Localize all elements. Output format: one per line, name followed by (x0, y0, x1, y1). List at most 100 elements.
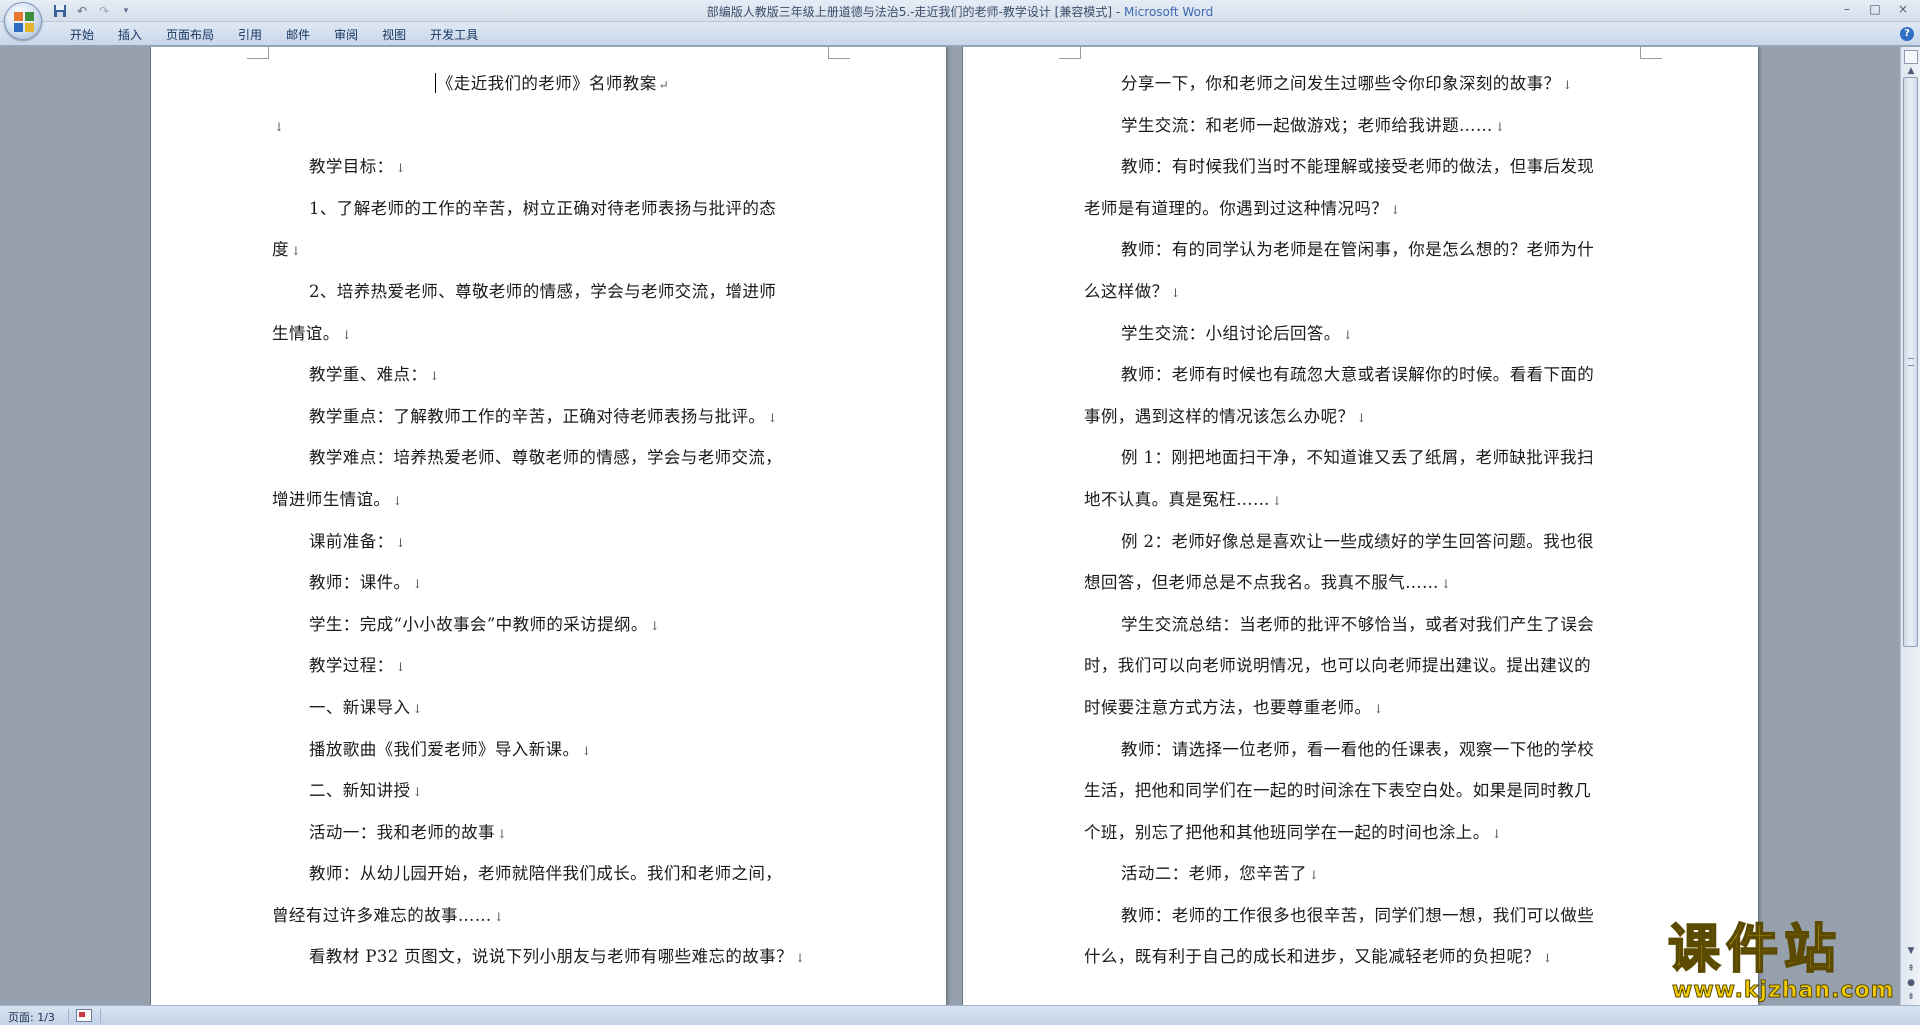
tab-references[interactable]: 引用 (226, 27, 274, 43)
document-title: 《走近我们的老师》名师教案 ↵ (272, 63, 832, 105)
scroll-grip-icon (1908, 358, 1914, 366)
paragraph-mark: ↓ (1440, 577, 1452, 592)
document-line-text: 教师：有时候我们当时不能理解或接受老师的做法，但事后发现 (1121, 157, 1595, 177)
document-line-text: 学生交流：和老师一起做游戏；老师给我讲题…… (1121, 115, 1493, 135)
paragraph-mark: ↓ (1390, 202, 1401, 217)
paragraph-mark: ↓ (429, 369, 440, 384)
paragraph-mark: ↓ (274, 119, 285, 134)
document-line: 1、了解老师的工作的辛苦，树立正确对待老师表扬与批评的态 (272, 188, 832, 230)
paragraph-mark: ↓ (395, 660, 406, 675)
status-bar: 页面: 1/3 (0, 1005, 1920, 1025)
paragraph-mark: ↓ (493, 909, 505, 924)
paragraph-mark: ↓ (496, 826, 508, 841)
tab-page-layout[interactable]: 页面布局 (154, 27, 226, 43)
document-line: 教师：老师有时候也有疏忽大意或者误解你的时候。看看下面的 (1084, 354, 1644, 396)
tab-mailings[interactable]: 邮件 (274, 27, 322, 43)
macro-record-icon[interactable] (76, 1009, 92, 1022)
document-line-text: 生情谊。 (272, 323, 340, 343)
document-line: 活动二：老师，您辛苦了 ↓ (1084, 853, 1644, 895)
page-1-text[interactable]: 《走近我们的老师》名师教案 ↵ ↓ 教学目标： ↓ 1、了解老师的工作的辛苦，树立正确对… (272, 63, 832, 978)
margin-corner-mark (828, 47, 850, 59)
help-icon[interactable]: ? (1900, 27, 1914, 41)
document-page-1[interactable]: 《走近我们的老师》名师教案 ↵ ↓ 教学目标： ↓ 1、了解老师的工作的辛苦，树立正确对… (151, 47, 946, 1005)
office-button[interactable] (4, 2, 42, 40)
tab-developer[interactable]: 开发工具 (418, 27, 490, 43)
title-bar: ↶ ↷ ▾ 部编版人教版三年级上册道德与法治5.-走近我们的老师-教学设计 [兼… (0, 0, 1920, 22)
page-2-text[interactable]: 分享一下，你和老师之间发生过哪些令你印象深刻的故事？ ↓ 学生交流：和老师一起做游戏… (1084, 63, 1644, 978)
document-line-text: 看教材 P32 页图文，说说下列小朋友与老师有哪些难忘的故事？ (309, 947, 793, 967)
paragraph-mark: ↓ (1491, 826, 1503, 841)
window-title-doc: 部编版人教版三年级上册道德与法治5.-走近我们的老师-教学设计 [兼容模式] - (706, 5, 1124, 19)
document-line: 么这样做？ ↓ (1084, 271, 1644, 313)
document-line: 例 2：老师好像总是喜欢让一些成绩好的学生回答问题。我也很 (1084, 521, 1644, 563)
maximize-button[interactable]: □ (1862, 0, 1888, 18)
paragraph-mark: ↓ (412, 577, 423, 592)
document-line: 地不认真。真是冤枉…… ↓ (1084, 479, 1644, 521)
document-line: 教师：从幼儿园开始，老师就陪伴我们成长。我们和老师之间， (272, 853, 832, 895)
document-line: 度 ↓ (272, 229, 832, 271)
document-line: 生活，把他和同学们在一起的时间涂在下表空白处。如果是同时教几 (1084, 770, 1644, 812)
paragraph-mark: ↓ (341, 327, 353, 342)
document-line-text: 增进师生情谊。 (272, 489, 391, 509)
document-line-text: 度 (272, 240, 289, 260)
document-line: 想回答，但老师总是不点我名。我真不服气…… ↓ (1084, 562, 1644, 604)
document-line-text: 时，我们可以向老师说明情况，也可以向老师提出建议。提出建议的 (1084, 656, 1591, 676)
paragraph-mark: ↓ (1542, 951, 1553, 966)
document-line: 学生交流总结：当老师的批评不够恰当，或者对我们产生了误会 (1084, 604, 1644, 646)
scrollbar-thumb[interactable] (1903, 77, 1918, 647)
document-line-text: 活动二：老师，您辛苦了 (1121, 864, 1307, 884)
document-line: 教师：老师的工作很多也很辛苦，同学们想一想，我们可以做些 (1084, 895, 1644, 937)
document-line-text: 教学过程： (309, 656, 394, 676)
document-line-text: 生活，把他和同学们在一起的时间涂在下表空白处。如果是同时教几 (1084, 781, 1591, 801)
tab-view[interactable]: 视图 (370, 27, 418, 43)
document-page-2[interactable]: 分享一下，你和老师之间发生过哪些令你印象深刻的故事？ ↓ 学生交流：和老师一起做游戏… (963, 47, 1758, 1005)
document-line-text: 学生：完成“小小故事会”中教师的采访提纲。 (309, 614, 648, 634)
margin-corner-mark (1059, 47, 1081, 59)
watermark-url-text: www.kjzhan.com (1672, 978, 1895, 1004)
document-line: 教师：有的同学认为老师是在管闲事，你是怎么想的？老师为什 (1084, 229, 1644, 271)
document-line: 一、新课导入 ↓ (272, 687, 832, 729)
paragraph-mark: ↓ (795, 951, 806, 966)
ribbon-tabs: 开始 插入 页面布局 引用 邮件 审阅 视图 开发工具 (58, 27, 490, 43)
margin-corner-mark (1640, 47, 1662, 59)
document-line: ↓ (272, 105, 832, 147)
view-ruler-button[interactable] (1904, 50, 1918, 64)
paragraph-mark: ↓ (392, 493, 403, 508)
document-line: 播放歌曲《我们爱老师》导入新课。 ↓ (272, 729, 832, 771)
document-line-text: 教师：课件。 (309, 573, 411, 593)
document-line-text: 教学难点：培养热爱老师、尊敬老师的情感，学会与老师交流， (309, 448, 783, 468)
document-line: 例 1：刚把地面扫干净，不知道谁又丢了纸屑，老师缺批评我扫 (1084, 437, 1644, 479)
document-line: 教师：有时候我们当时不能理解或接受老师的做法，但事后发现 (1084, 146, 1644, 188)
document-line: 学生交流：小组讨论后回答。 ↓ (1084, 313, 1644, 355)
tab-home[interactable]: 开始 (58, 27, 106, 43)
close-button[interactable]: × (1890, 0, 1916, 18)
document-line-text: 播放歌曲《我们爱老师》导入新课。 (309, 739, 580, 759)
document-line: 什么，既有利于自己的成长和进步，又能减轻老师的负担呢？ ↓ (1084, 936, 1644, 978)
watermark-cn-text: 课件站 (1667, 920, 1843, 980)
document-line-text: 教师：老师有时候也有疏忽大意或者误解你的时候。看看下面的 (1121, 365, 1595, 385)
document-line: 时候要注意方式方法，也要尊重老师。 ↓ (1084, 687, 1644, 729)
paragraph-mark: ↓ (1308, 868, 1320, 883)
paragraph-mark: ↓ (767, 410, 778, 425)
document-line-text: 教师：从幼儿园开始，老师就陪伴我们成长。我们和老师之间， (309, 864, 783, 884)
office-logo-icon (14, 12, 34, 32)
page-count[interactable]: 页面: 1/3 (8, 1009, 55, 1025)
document-line: 教学重、难点： ↓ (272, 354, 832, 396)
document-line-text: 教师：老师的工作很多也很辛苦，同学们想一想，我们可以做些 (1121, 905, 1595, 925)
paragraph-mark: ↓ (1170, 285, 1181, 300)
document-line: 教学重点：了解教师工作的辛苦，正确对待老师表扬与批评。 ↓ (272, 396, 832, 438)
vertical-scrollbar[interactable]: ▲ ▼ ⇞ ● ⇟ (1900, 47, 1920, 1005)
margin-corner-mark (247, 47, 269, 59)
minimize-button[interactable]: – (1834, 0, 1860, 18)
document-line: 教学目标： ↓ (272, 146, 832, 188)
document-line: 2、培养热爱老师、尊敬老师的情感，学会与老师交流，增进师 (272, 271, 832, 313)
scroll-up-arrow-icon[interactable]: ▲ (1905, 65, 1917, 77)
paragraph-mark: ↓ (649, 618, 661, 633)
document-line: 老师是有道理的。你遇到过这种情况吗？ ↓ (1084, 188, 1644, 230)
paragraph-mark: ↓ (1562, 78, 1573, 92)
document-area: 《走近我们的老师》名师教案 ↵ ↓ 教学目标： ↓ 1、了解老师的工作的辛苦，树立正确对… (0, 47, 1900, 1005)
tab-insert[interactable]: 插入 (106, 27, 154, 43)
document-line-text: 教师：有的同学认为老师是在管闲事，你是怎么想的？老师为什 (1121, 240, 1595, 260)
tab-review[interactable]: 审阅 (322, 27, 370, 43)
document-line: 看教材 P32 页图文，说说下列小朋友与老师有哪些难忘的故事？ ↓ (272, 936, 832, 978)
